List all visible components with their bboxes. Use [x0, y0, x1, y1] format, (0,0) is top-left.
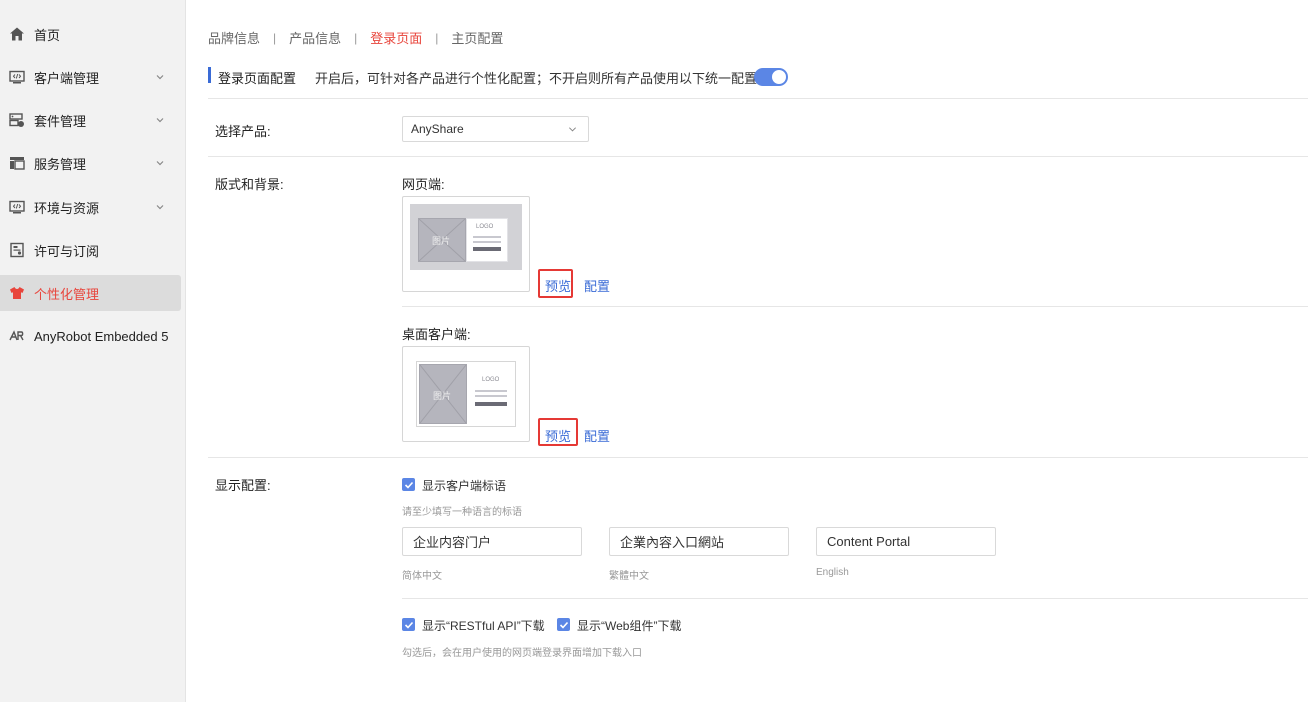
check-icon	[559, 621, 568, 629]
sidebar-item-home[interactable]: 首页	[0, 16, 181, 52]
show-slogan-label: 显示客户端标语	[422, 479, 507, 493]
top-tabs: 品牌信息 | 产品信息 | 登录页面 | 主页配置	[208, 28, 503, 47]
sidebar-item-label: AnyRobot Embedded 5	[34, 328, 169, 344]
product-select[interactable]: AnyShare	[402, 116, 589, 142]
home-icon	[9, 26, 25, 42]
web-preview-link[interactable]: 预览	[545, 276, 571, 295]
desktop-thumbnail: 图片 LOGO	[402, 346, 530, 442]
thumbnail-image-placeholder: 图片	[418, 218, 466, 262]
web-thumbnail-background: 图片 LOGO	[410, 204, 522, 270]
thumbnail-line	[473, 241, 501, 243]
tab-product-info[interactable]: 产品信息	[289, 28, 341, 47]
desktop-thumbnail-window: 图片 LOGO	[416, 361, 516, 427]
sidebar-item-label: 许可与订阅	[34, 243, 100, 259]
download-hint: 勾选后，会在用户使用的网页端登录界面增加下载入口	[402, 648, 642, 659]
tab-home-config[interactable]: 主页配置	[451, 28, 503, 47]
toggle-knob	[771, 69, 787, 85]
tab-separator: |	[354, 30, 358, 45]
show-web-component-label: 显示“Web组件”下载	[577, 619, 682, 633]
chevron-down-icon	[156, 205, 164, 210]
tab-login-page[interactable]: 登录页面	[370, 28, 422, 47]
section-title: 登录页面配置	[218, 71, 297, 86]
layout-label: 版式和背景:	[215, 177, 284, 192]
desktop-preview-link[interactable]: 预览	[545, 426, 571, 445]
check-icon	[404, 481, 413, 489]
chevron-down-icon	[156, 161, 164, 166]
web-thumbnail: 图片 LOGO	[402, 196, 530, 292]
thumbnail-line	[473, 236, 501, 238]
thumbnail-image-placeholder: 图片	[419, 364, 467, 424]
sidebar-item-label: 首页	[34, 27, 61, 43]
thumbnail-button	[473, 247, 501, 251]
section-description: 开启后，可针对各产品进行个性化配置；不开启则所有产品使用以下统一配置	[315, 71, 758, 86]
product-label: 选择产品:	[215, 124, 271, 139]
thumbnail-login-card: LOGO	[469, 364, 513, 424]
sidebar-item-label: 服务管理	[34, 156, 87, 172]
divider	[402, 598, 1308, 599]
tab-separator: |	[273, 30, 277, 45]
display-label: 显示配置:	[215, 478, 271, 493]
sidebar-item-label: 个性化管理	[34, 286, 100, 302]
thumbnail-logo-text: LOGO	[476, 224, 494, 230]
server-icon	[9, 112, 25, 128]
thumbnail-image-text: 图片	[432, 236, 451, 246]
divider	[208, 457, 1308, 458]
layout-icon	[9, 155, 25, 171]
thumbnail-line	[475, 395, 507, 397]
divider	[208, 98, 1308, 99]
thumbnail-image-text: 图片	[433, 391, 452, 401]
code-window-icon	[9, 199, 25, 215]
show-restful-label: 显示“RESTful API”下载	[422, 619, 545, 633]
show-restful-checkbox[interactable]	[402, 618, 415, 631]
product-select-value: AnyShare	[411, 122, 464, 136]
tab-brand-info[interactable]: 品牌信息	[208, 28, 260, 47]
tab-separator: |	[435, 30, 439, 45]
chevron-down-icon	[568, 127, 577, 132]
sidebar-item-label: 环境与资源	[34, 200, 100, 216]
desktop-config-link[interactable]: 配置	[584, 426, 610, 445]
web-label: 网页端:	[402, 177, 445, 192]
sidebar-item-anyrobot[interactable]: AnyRobot Embedded 5	[0, 318, 181, 354]
sidebar-item-client-management[interactable]: 客户端管理	[0, 59, 181, 95]
thumbnail-logo-text: LOGO	[482, 377, 500, 383]
sidebar-item-personalization[interactable]: 个性化管理	[0, 275, 181, 311]
chevron-down-icon	[156, 118, 164, 123]
slogan-caption-zh-cn: 简体中文	[402, 571, 442, 582]
section-title-accent	[208, 67, 211, 83]
show-web-component-checkbox[interactable]	[557, 618, 570, 631]
sidebar-item-label: 客户端管理	[34, 70, 100, 86]
thumbnail-login-card: LOGO	[466, 218, 508, 262]
app-root: 首页 客户端管理 套件管理 服务管理 环境与资源 许可与订阅 个性化管理 Any…	[0, 0, 1308, 702]
slogan-caption-zh-tw: 繁體中文	[609, 571, 649, 582]
sidebar-item-license-subscription[interactable]: 许可与订阅	[0, 232, 181, 268]
slogan-input-en[interactable]	[816, 527, 996, 556]
sidebar-item-service-management[interactable]: 服务管理	[0, 145, 181, 181]
divider	[402, 306, 1308, 307]
chevron-down-icon	[156, 75, 164, 80]
slogan-hint: 请至少填写一种语言的标语	[402, 507, 522, 518]
sidebar-item-suite-management[interactable]: 套件管理	[0, 102, 181, 138]
anyrobot-logo-icon	[9, 328, 25, 344]
desktop-label: 桌面客户端:	[402, 327, 471, 342]
license-icon	[9, 242, 25, 258]
thumbnail-line	[475, 390, 507, 392]
tshirt-icon	[9, 285, 25, 301]
sidebar: 首页 客户端管理 套件管理 服务管理 环境与资源 许可与订阅 个性化管理 Any…	[0, 0, 186, 702]
divider	[208, 156, 1308, 157]
slogan-input-zh-tw[interactable]	[609, 527, 789, 556]
slogan-caption-en: English	[816, 567, 849, 578]
per-product-toggle[interactable]	[754, 68, 788, 86]
check-icon	[404, 621, 413, 629]
code-window-icon	[9, 69, 25, 85]
show-slogan-checkbox[interactable]	[402, 478, 415, 491]
thumbnail-button	[475, 402, 507, 406]
sidebar-item-label: 套件管理	[34, 113, 87, 129]
slogan-input-zh-cn[interactable]	[402, 527, 582, 556]
web-config-link[interactable]: 配置	[584, 276, 610, 295]
sidebar-item-environment-resources[interactable]: 环境与资源	[0, 189, 181, 225]
